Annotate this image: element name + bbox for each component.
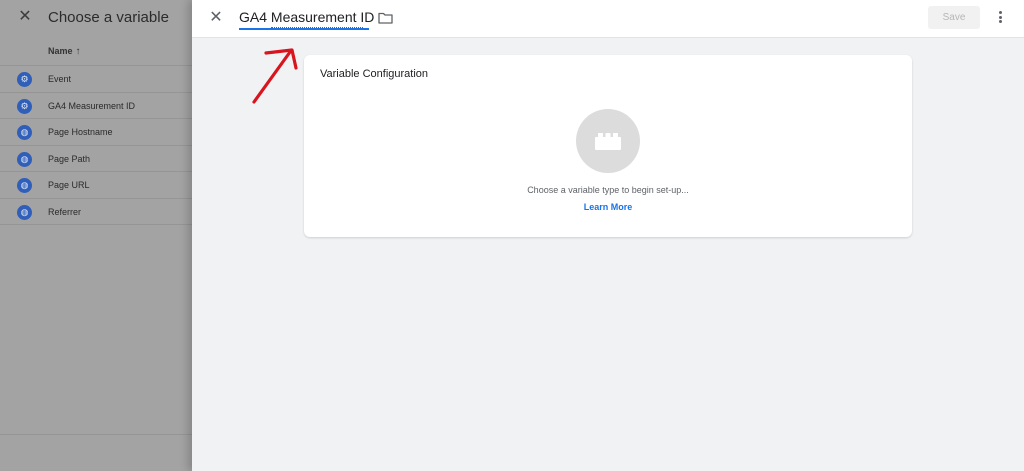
name-column-header[interactable]: Name ↑ (48, 46, 81, 57)
globe-icon: ◍ (17, 204, 32, 220)
brick-icon (595, 133, 621, 150)
learn-more-link[interactable]: Learn More (304, 202, 912, 212)
variable-label: Event (48, 74, 72, 84)
variable-name-text: GA4 Measurement ID (239, 9, 375, 25)
variable-list: ⚙ Event ⚙ GA4 Measurement ID ◍ Page Host… (0, 65, 192, 225)
divider (0, 434, 192, 435)
card-title: Variable Configuration (320, 68, 429, 80)
globe-icon: ◍ (17, 125, 32, 141)
close-icon[interactable]: ✕ (207, 9, 225, 27)
choose-variable-header: ✕ Choose a variable (0, 0, 192, 36)
close-icon[interactable]: ✕ (16, 8, 34, 26)
annotation-arrow-icon (252, 48, 298, 104)
list-item[interactable]: ◍ Page Path (0, 144, 192, 172)
list-item[interactable]: ◍ Referrer (0, 197, 192, 225)
list-item[interactable]: ⚙ Event (0, 65, 192, 92)
save-button[interactable]: Save (928, 6, 980, 29)
panel-title: Choose a variable (48, 9, 169, 26)
variable-label: Page Hostname (48, 127, 113, 138)
folder-icon[interactable] (378, 12, 393, 24)
gear-icon: ⚙ (17, 98, 32, 114)
choose-type-button[interactable] (576, 109, 640, 173)
variable-label: Page URL (48, 180, 90, 191)
variable-label: Referrer (48, 206, 82, 217)
hint-text: Choose a variable type to begin set-up..… (527, 185, 689, 195)
editor-toolbar: ✕ GA4 Measurement ID Save (192, 0, 1024, 38)
variable-label: GA4 Measurement ID (48, 100, 136, 111)
more-vert-icon[interactable] (994, 10, 1006, 26)
variable-name-input[interactable]: GA4 Measurement ID (239, 7, 374, 30)
variable-editor: ✕ GA4 Measurement ID Save Variable Confi… (192, 0, 1024, 471)
globe-icon: ◍ (17, 178, 32, 194)
globe-icon: ◍ (17, 151, 32, 167)
sort-ascending-icon: ↑ (75, 46, 81, 57)
choose-variable-panel: ✕ Choose a variable Name ↑ ⚙ Event ⚙ GA4 … (0, 0, 192, 471)
variable-label: Page Path (48, 153, 91, 164)
spellcheck-underline (271, 25, 363, 28)
gear-icon: ⚙ (17, 72, 32, 87)
variable-configuration-card: Variable Configuration Choose a variable… (304, 55, 912, 237)
list-item[interactable]: ◍ Page URL (0, 171, 192, 198)
list-item[interactable]: ◍ Page Hostname (0, 118, 192, 145)
list-item[interactable]: ⚙ GA4 Measurement ID (0, 91, 192, 119)
column-header-label: Name (48, 46, 73, 56)
